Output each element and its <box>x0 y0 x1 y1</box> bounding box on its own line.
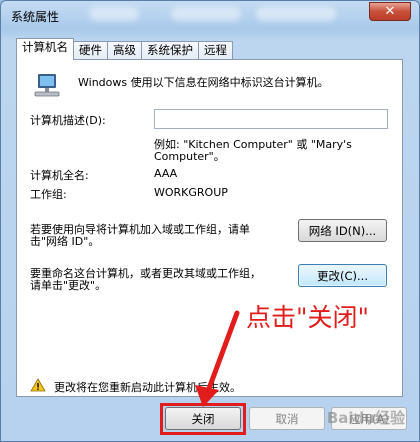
description-label: 计算机描述(D): <box>30 114 106 127</box>
computer-icon <box>34 74 60 97</box>
workgroup-label: 工作组: <box>30 188 67 201</box>
full-name-label: 计算机全名: <box>30 169 89 182</box>
annotation-text: 点击"关闭" <box>246 303 369 332</box>
tab-computer-name[interactable]: 计算机名 <box>16 38 74 60</box>
watermark: Baidu经验 <box>326 409 405 427</box>
change-text-line2: 请单击"更改"。 <box>30 279 107 292</box>
warning-icon <box>30 378 46 392</box>
blurred-title-text <box>171 7 241 21</box>
tab-advanced[interactable]: 高级 <box>107 41 142 60</box>
network-id-text-line2: 击"网络 ID"。 <box>30 235 100 248</box>
change-button[interactable]: 更改(C)... <box>298 264 387 287</box>
description-input[interactable] <box>154 109 388 129</box>
workgroup-value: WORKGROUP <box>154 186 228 199</box>
close-button-highlight-box <box>160 403 246 435</box>
cancel-button[interactable]: 取消 <box>249 407 325 430</box>
tab-hardware[interactable]: 硬件 <box>73 41 108 60</box>
restart-warning-text: 更改将在您重新启动此计算机后生效。 <box>54 381 241 394</box>
tab-remote[interactable]: 远程 <box>198 41 233 60</box>
example-text-line2: Computer"。 <box>154 150 225 163</box>
window-close-button[interactable]: ✕ <box>369 2 411 21</box>
full-name-value: AAA <box>154 167 178 180</box>
blurred-title-text <box>89 7 139 21</box>
title-bar[interactable]: 系统属性 ✕ <box>1 1 419 29</box>
network-id-button[interactable]: 网络 ID(N)... <box>298 219 387 242</box>
tab-strip: 计算机名 硬件 高级 系统保护 远程 <box>16 38 233 60</box>
blurred-title-text <box>256 7 336 21</box>
system-properties-window: 系统属性 ✕ 计算机名 硬件 高级 系统保护 远程 Windows 使用以下信息… <box>0 0 420 442</box>
intro-text: Windows 使用以下信息在网络中标识这台计算机。 <box>78 76 329 89</box>
computer-name-panel: Windows 使用以下信息在网络中标识这台计算机。 计算机描述(D): 例如:… <box>16 59 403 397</box>
tab-system-protection[interactable]: 系统保护 <box>141 41 199 60</box>
close-icon: ✕ <box>384 4 396 19</box>
window-title: 系统属性 <box>11 10 60 24</box>
